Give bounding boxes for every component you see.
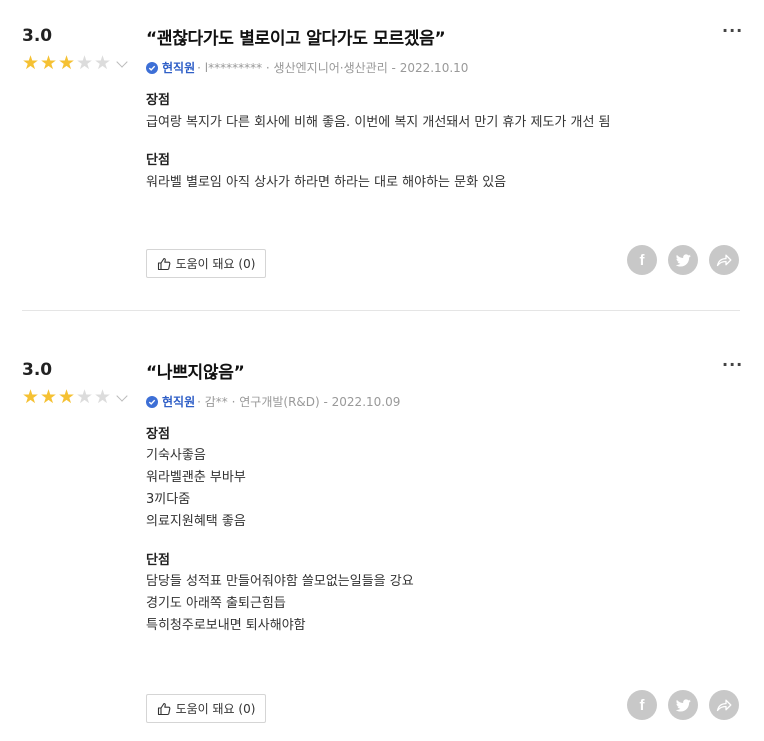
star-empty-icon: ★ — [94, 386, 112, 408]
thumbs-up-icon — [157, 702, 170, 715]
review-meta: 현직원 · l********* · 생산엔지니어·생산관리 - 2022.10… — [146, 59, 468, 76]
pros-label: 장점 — [146, 427, 170, 442]
thumbs-up-icon — [157, 257, 170, 270]
review-meta-text: · l********* · 생산엔지니어·생산관리 - 2022.10.10 — [197, 61, 469, 75]
verified-check-icon — [146, 395, 158, 408]
pros-line: 3끼다줌 — [146, 492, 191, 507]
share-icon[interactable] — [709, 690, 739, 720]
review-meta: 현직원 · 감** · 연구개발(R&D) - 2022.10.09 — [146, 393, 400, 410]
facebook-icon[interactable]: f — [627, 245, 657, 275]
star-empty-icon: ★ — [94, 52, 112, 74]
helpful-button[interactable]: 도움이 돼요 (0) — [146, 249, 266, 278]
helpful-label: 도움이 돼요 (0) — [175, 702, 256, 716]
review-title: “나쁘지않음” — [146, 363, 245, 383]
star-rating: ★ ★ ★ ★ ★ — [22, 388, 112, 407]
star-filled-icon: ★ — [40, 386, 58, 408]
star-filled-icon: ★ — [40, 52, 58, 74]
pros-text: 기숙사좋음 워라벨괜춘 부바부 3끼다줌 의료지원혜택 좋음 — [146, 445, 246, 533]
chevron-down-icon[interactable] — [116, 390, 128, 402]
star-filled-icon: ★ — [22, 52, 40, 74]
cons-line: 워라벨 별로임 아직 상사가 하라면 하라는 대로 해야하는 문화 있음 — [146, 175, 507, 190]
cons-line: 특히청주로보내면 퇴사해야함 — [146, 618, 306, 633]
review-meta-text: · 감** · 연구개발(R&D) - 2022.10.09 — [197, 395, 401, 409]
cons-text: 워라벨 별로임 아직 상사가 하라면 하라는 대로 해야하는 문화 있음 — [146, 172, 506, 194]
facebook-icon[interactable]: f — [627, 690, 657, 720]
verified-check-icon — [146, 61, 158, 74]
more-options-icon[interactable]: ··· — [722, 357, 743, 373]
twitter-icon[interactable] — [668, 245, 698, 275]
cons-label: 단점 — [146, 153, 170, 168]
review-divider — [22, 310, 740, 311]
employee-status: 현직원 — [162, 395, 196, 409]
more-options-icon[interactable]: ··· — [722, 23, 743, 39]
pros-line: 워라벨괜춘 부바부 — [146, 470, 246, 485]
cons-label: 단점 — [146, 553, 170, 568]
cons-line: 경기도 아래쪽 출퇴근힘듭 — [146, 596, 286, 611]
pros-line: 의료지원혜택 좋음 — [146, 514, 246, 529]
chevron-down-icon[interactable] — [116, 56, 128, 68]
review-title: “괜찮다가도 별로이고 알다가도 모르겠음” — [146, 29, 446, 49]
star-filled-icon: ★ — [22, 386, 40, 408]
pros-label: 장점 — [146, 93, 170, 108]
pros-text: 급여랑 복지가 다른 회사에 비해 좋음. 이번에 복지 개선돼서 만기 휴가 … — [146, 112, 611, 134]
star-rating: ★ ★ ★ ★ ★ — [22, 54, 112, 73]
pros-line: 급여랑 복지가 다른 회사에 비해 좋음. 이번에 복지 개선돼서 만기 휴가 … — [146, 115, 611, 130]
cons-text: 담당들 성적표 만들어줘야함 쓸모없는일들을 강요 경기도 아래쪽 출퇴근힘듭 … — [146, 571, 414, 637]
employee-status: 현직원 — [162, 61, 196, 75]
rating-score: 3.0 — [22, 360, 53, 380]
star-empty-icon: ★ — [76, 386, 94, 408]
twitter-icon[interactable] — [668, 690, 698, 720]
helpful-button[interactable]: 도움이 돼요 (0) — [146, 694, 266, 723]
star-filled-icon: ★ — [58, 386, 76, 408]
helpful-label: 도움이 돼요 (0) — [175, 257, 256, 271]
pros-line: 기숙사좋음 — [146, 448, 206, 463]
share-icon[interactable] — [709, 245, 739, 275]
star-empty-icon: ★ — [76, 52, 94, 74]
rating-score: 3.0 — [22, 26, 53, 46]
cons-line: 담당들 성적표 만들어줘야함 쓸모없는일들을 강요 — [146, 574, 414, 589]
star-filled-icon: ★ — [58, 52, 76, 74]
